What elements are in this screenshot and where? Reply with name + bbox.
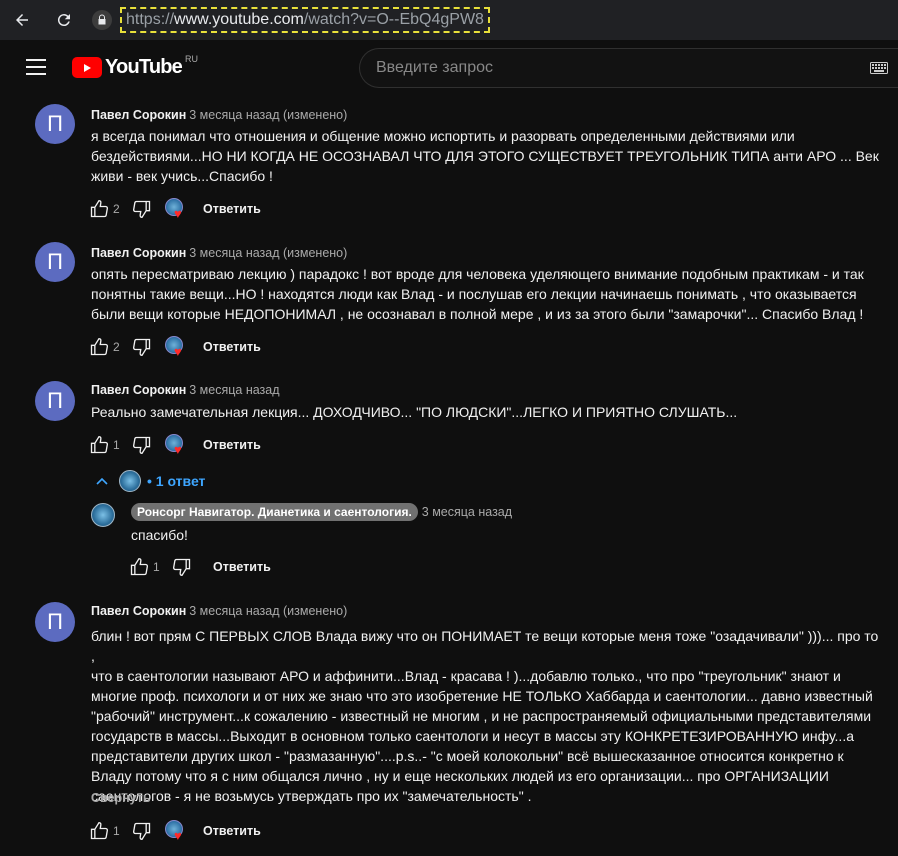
youtube-logo[interactable]: YouTube RU	[72, 53, 198, 79]
keyboard-icon[interactable]	[870, 62, 888, 74]
replies-count[interactable]: • 1 ответ	[147, 473, 205, 489]
comment-timestamp[interactable]: 3 месяца назад (изменено)	[189, 108, 347, 122]
url-path: /watch?v=O--EbQ4gPW8	[303, 11, 484, 28]
comment-timestamp[interactable]: 3 месяца назад (изменено)	[189, 604, 347, 618]
logo-region: RU	[184, 53, 198, 64]
comment-line: опять пересматриваю лекцию ) парадокс ! …	[91, 266, 864, 282]
thumbs-down-icon[interactable]	[171, 556, 193, 578]
reply-actions: 1 Ответить	[128, 555, 271, 579]
thumbs-down-icon[interactable]	[131, 434, 153, 456]
like-count: 2	[113, 202, 120, 216]
thumbs-down-icon[interactable]	[131, 198, 153, 220]
reload-icon[interactable]	[52, 8, 76, 32]
like-count: 1	[113, 438, 120, 452]
reply-button[interactable]: Ответить	[203, 202, 261, 216]
creator-heart-icon: ♥	[165, 820, 187, 842]
comment-line: государств в массы...Выходит в основном …	[91, 728, 854, 744]
comment-actions: 2 ♥ Ответить	[88, 335, 261, 359]
back-arrow-icon[interactable]	[10, 8, 34, 32]
search-placeholder: Введите запрос	[376, 59, 493, 76]
url-host: www.youtube.com	[174, 11, 304, 28]
comment-line: "рабочий" инструмент...к сожалению - изв…	[91, 708, 872, 724]
comment-header: Павел Сорокин 3 месяца назад (изменено)	[91, 604, 347, 618]
reply-timestamp[interactable]: 3 месяца назад	[422, 505, 512, 519]
comment-header: Павел Сорокин 3 месяца назад	[91, 383, 280, 397]
browser-toolbar: https://www.youtube.com/watch?v=O--EbQ4g…	[0, 0, 898, 40]
like-count: 2	[113, 340, 120, 354]
comment-line: блин ! вот прям С ПЕРВЫХ СЛОВ Влада вижу…	[91, 628, 879, 664]
logo-text: YouTube	[105, 56, 183, 78]
thumbs-down-icon[interactable]	[131, 336, 153, 358]
comment-timestamp[interactable]: 3 месяца назад	[189, 383, 279, 397]
thumbs-up-icon[interactable]	[128, 556, 150, 578]
thumbs-up-icon[interactable]	[88, 336, 110, 358]
comment-actions: 2 ♥ Ответить	[88, 197, 261, 221]
play-logo-icon	[72, 57, 102, 78]
thumbs-up-icon[interactable]	[88, 198, 110, 220]
comment-actions: 1 ♥ Ответить	[88, 433, 261, 457]
comment-timestamp[interactable]: 3 месяца назад (изменено)	[189, 246, 347, 260]
url-scheme: https://	[126, 11, 175, 28]
comment-text: я всегда понимал что отношения и общение…	[91, 126, 886, 186]
comment-line: живи - век учись...Спасибо !	[91, 168, 273, 184]
comment-header: Павел Сорокин 3 месяца назад (изменено)	[91, 108, 347, 122]
reply-button[interactable]: Ответить	[203, 438, 261, 452]
comment-header: Павел Сорокин 3 месяца назад (изменено)	[91, 246, 347, 260]
reply-button[interactable]: Ответить	[213, 560, 271, 574]
like-count: 1	[113, 824, 120, 838]
comment-line: саентологов - я не возьмусь утверждать п…	[91, 788, 532, 804]
thumbs-down-icon[interactable]	[131, 820, 153, 842]
avatar[interactable]: П	[35, 104, 75, 144]
comment-author[interactable]: Павел Сорокин	[91, 108, 186, 122]
search-input[interactable]: Введите запрос	[359, 48, 898, 88]
reply-header: Ронсорг Навигатор. Дианетика и саентолог…	[131, 503, 512, 521]
youtube-header: YouTube RU Введите запрос	[0, 40, 898, 96]
channel-avatar[interactable]	[91, 503, 115, 527]
comment-line: что в саентологии называют АРО и аффинит…	[91, 668, 841, 684]
creator-heart-icon: ♥	[165, 336, 187, 358]
comment-line: понятны такие вещи...НО ! находятся люди…	[91, 286, 857, 302]
comment-line: были вещи которые НЕДОПОНИМАЛ , не осозн…	[91, 306, 864, 322]
reply-button[interactable]: Ответить	[203, 824, 261, 838]
collapse-link[interactable]: Свернуть	[91, 791, 151, 805]
comment-actions: 1 ♥ Ответить	[88, 819, 261, 843]
avatar[interactable]: П	[35, 602, 75, 642]
creator-heart-icon: ♥	[165, 434, 187, 456]
avatar[interactable]: П	[35, 242, 75, 282]
replies-toggle[interactable]: • 1 ответ	[95, 470, 205, 492]
comment-author[interactable]: Павел Сорокин	[91, 604, 186, 618]
like-count: 1	[153, 560, 160, 574]
thumbs-up-icon[interactable]	[88, 820, 110, 842]
comment-author[interactable]: Павел Сорокин	[91, 246, 186, 260]
comment-line: многие проф. психологи и от них же знаю …	[91, 688, 873, 704]
address-bar[interactable]: https://www.youtube.com/watch?v=O--EbQ4g…	[120, 7, 490, 33]
channel-author-badge[interactable]: Ронсорг Навигатор. Дианетика и саентолог…	[131, 503, 418, 521]
creator-heart-icon: ♥	[165, 198, 187, 220]
reply-text: спасибо!	[131, 527, 188, 543]
thumbs-up-icon[interactable]	[88, 434, 110, 456]
comment-line: Владу потому что я с ним общался лично ,…	[91, 768, 829, 784]
hamburger-menu-icon[interactable]	[26, 59, 46, 75]
channel-avatar	[119, 470, 141, 492]
comment-line: я всегда понимал что отношения и общение…	[91, 128, 795, 144]
avatar[interactable]: П	[35, 381, 75, 421]
comment-text: опять пересматриваю лекцию ) парадокс ! …	[91, 264, 886, 324]
comment-line: бездействиями...НО НИ КОГДА НЕ ОСОЗНАВАЛ…	[91, 148, 879, 164]
comment-line: Реально замечательная лекция... ДОХОДЧИВ…	[91, 404, 738, 420]
lock-icon[interactable]	[92, 10, 112, 30]
comment-author[interactable]: Павел Сорокин	[91, 383, 186, 397]
comment-text: блин ! вот прям С ПЕРВЫХ СЛОВ Влада вижу…	[91, 626, 886, 806]
comment-line: представители других школ - "размазанную…	[91, 748, 844, 764]
comment-text: Реально замечательная лекция... ДОХОДЧИВ…	[91, 402, 886, 422]
chevron-up-icon[interactable]	[95, 474, 109, 488]
reply-button[interactable]: Ответить	[203, 340, 261, 354]
